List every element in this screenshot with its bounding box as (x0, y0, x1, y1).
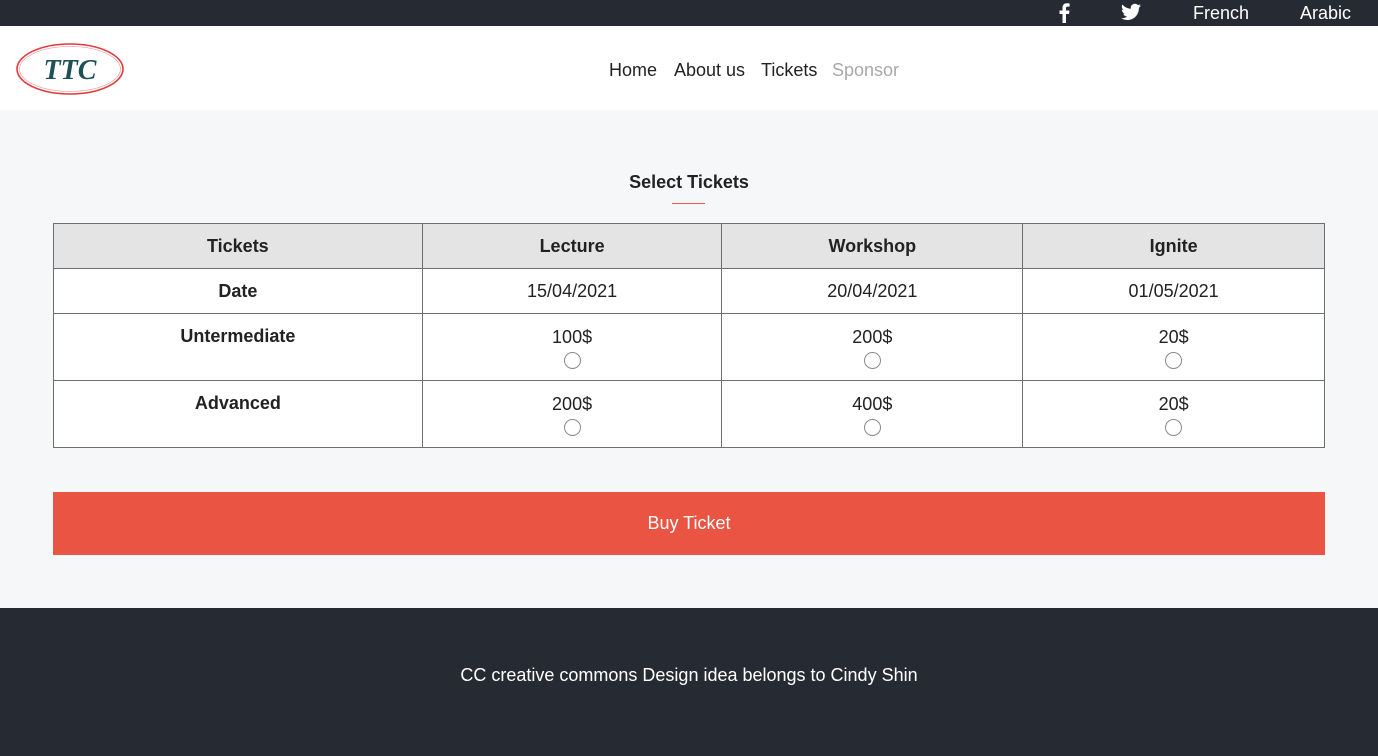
radio-intermediate-workshop[interactable] (863, 352, 881, 369)
facebook-icon[interactable] (1058, 3, 1070, 23)
section-title: Select Tickets (629, 172, 749, 192)
table-header-row: Tickets Lecture Workshop Ignite (53, 223, 1325, 269)
price-intermediate-workshop: 200$ (852, 327, 893, 347)
table-row-advanced: Advanced 200$ 400$ 20$ (53, 380, 1325, 448)
nav-tickets[interactable]: Tickets (761, 59, 817, 81)
price-intermediate-ignite: 20$ (1158, 327, 1189, 347)
nav-home[interactable]: Home (609, 59, 657, 81)
table-row-date: Date 15/04/2021 20/04/2021 01/05/2021 (53, 268, 1325, 314)
tickets-table: Tickets Lecture Workshop Ignite Date 15/… (53, 223, 1325, 448)
cell-advanced-lecture: 200$ (421, 380, 723, 448)
table-row-intermediate: Untermediate 100$ 200$ 20$ (53, 313, 1325, 381)
buy-ticket-button[interactable]: Buy Ticket (53, 492, 1325, 555)
title-underline (672, 203, 705, 204)
row-label-date: Date (53, 268, 423, 314)
language-french-link[interactable]: French (1193, 3, 1249, 23)
cell-intermediate-workshop: 200$ (721, 313, 1024, 381)
radio-advanced-lecture[interactable] (563, 419, 581, 436)
cell-advanced-workshop: 400$ (721, 380, 1024, 448)
price-advanced-ignite: 20$ (1158, 394, 1189, 414)
date-workshop: 20/04/2021 (721, 268, 1024, 314)
language-arabic-link[interactable]: Arabic (1300, 3, 1351, 23)
footer: CC creative commons Design idea belongs … (0, 608, 1378, 756)
cell-intermediate-ignite: 20$ (1022, 313, 1325, 381)
logo-text: TTC (44, 55, 97, 86)
header-workshop: Workshop (721, 223, 1024, 269)
date-lecture: 15/04/2021 (421, 268, 723, 314)
nav-about-us[interactable]: About us (674, 59, 745, 81)
header-tickets: Tickets (53, 223, 423, 269)
radio-intermediate-ignite[interactable] (1165, 352, 1183, 369)
cell-advanced-ignite: 20$ (1022, 380, 1325, 448)
row-label-intermediate: Untermediate (53, 313, 423, 381)
top-bar: French Arabic (0, 0, 1378, 26)
navbar: TTC Home About us Tickets Sponsor (0, 26, 1378, 110)
price-advanced-workshop: 400$ (852, 394, 893, 414)
radio-advanced-workshop[interactable] (863, 419, 881, 436)
price-intermediate-lecture: 100$ (552, 327, 593, 347)
footer-credit: CC creative commons Design idea belongs … (460, 665, 918, 685)
price-advanced-lecture: 200$ (552, 394, 593, 414)
twitter-icon[interactable] (1121, 3, 1141, 21)
cell-intermediate-lecture: 100$ (421, 313, 723, 381)
date-ignite: 01/05/2021 (1022, 268, 1325, 314)
radio-advanced-ignite[interactable] (1165, 419, 1183, 436)
ttc-logo[interactable]: TTC (15, 42, 125, 96)
header-ignite: Ignite (1022, 223, 1325, 269)
nav-sponsor[interactable]: Sponsor (832, 59, 899, 81)
header-lecture: Lecture (421, 223, 723, 269)
radio-intermediate-lecture[interactable] (563, 352, 581, 369)
row-label-advanced: Advanced (53, 380, 423, 448)
